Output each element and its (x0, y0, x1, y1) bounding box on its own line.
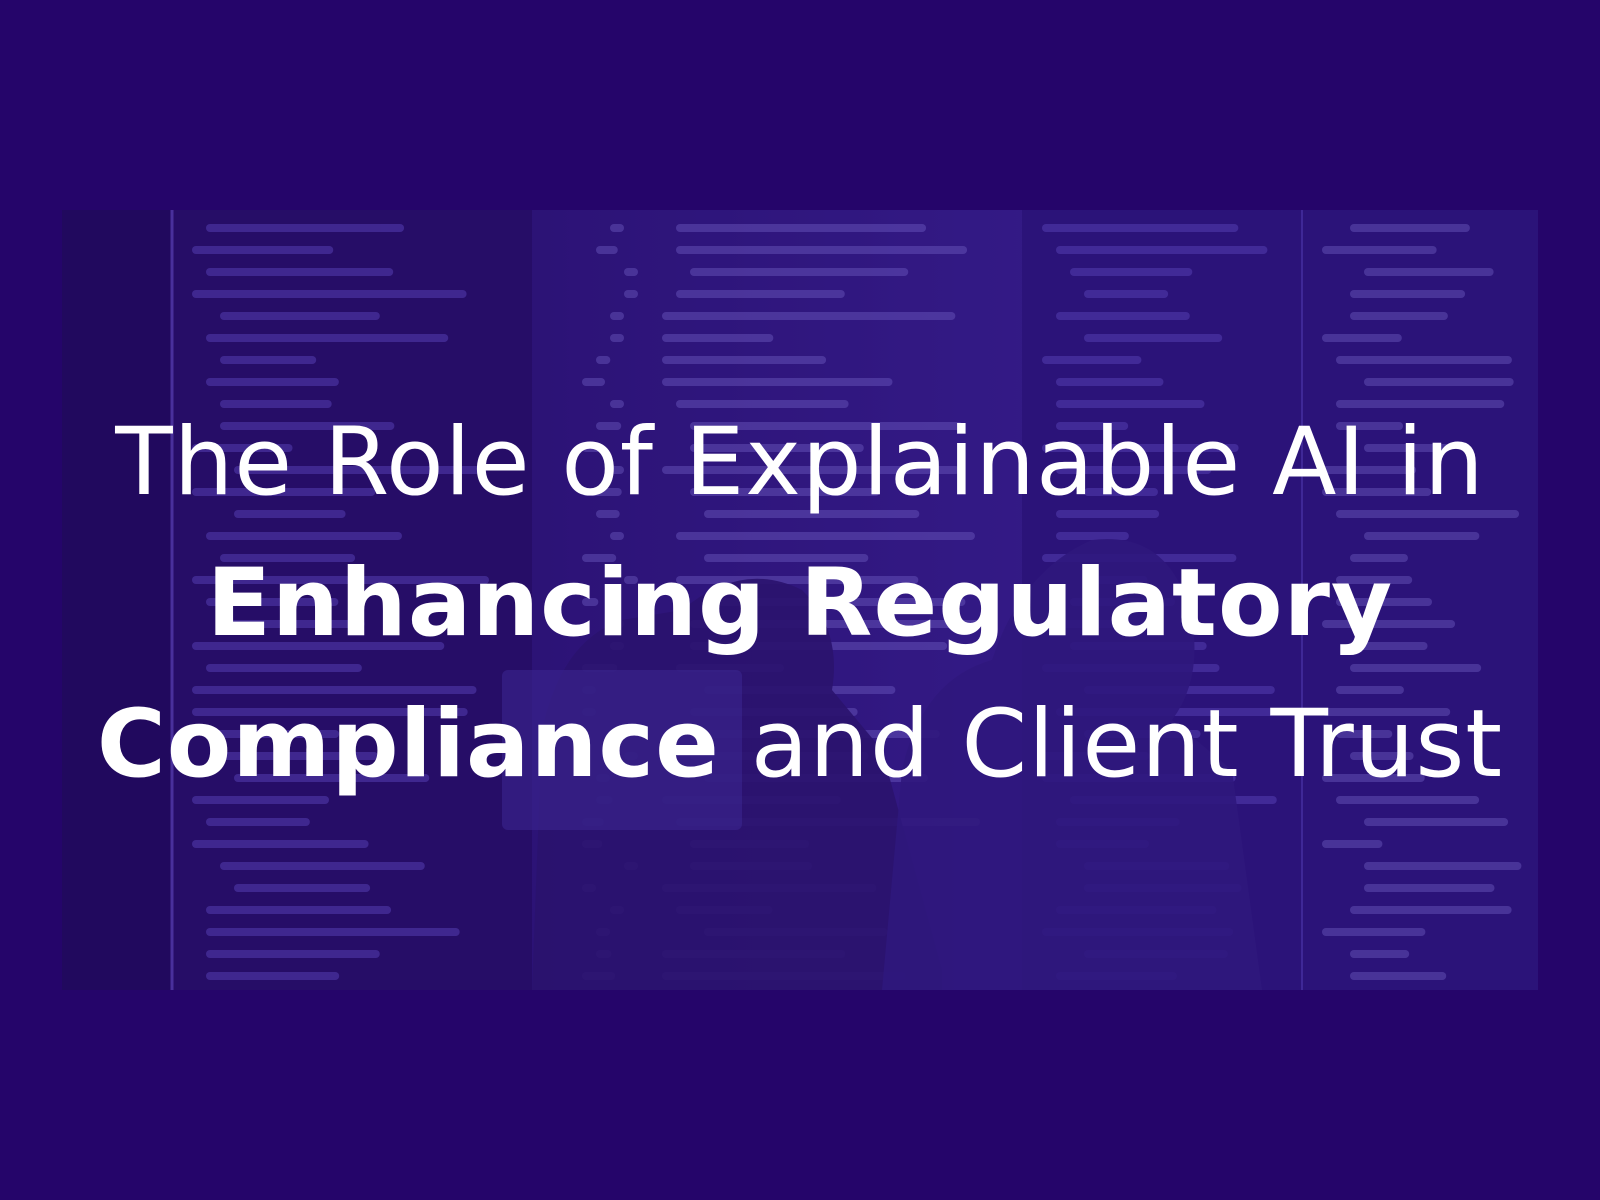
headline-line-3-regular: and Client Trust (719, 690, 1504, 799)
headline-line-2: Enhancing Regulatory (206, 549, 1394, 658)
headline-line-1: The Role of Explainable AI in (115, 408, 1485, 517)
banner: The Role of Explainable AI in Enhancing … (0, 0, 1600, 1200)
headline: The Role of Explainable AI in Enhancing … (62, 392, 1538, 815)
headline-line-3-bold: Compliance (96, 690, 720, 799)
headline-line-3: Compliance and Client Trust (62, 674, 1538, 815)
